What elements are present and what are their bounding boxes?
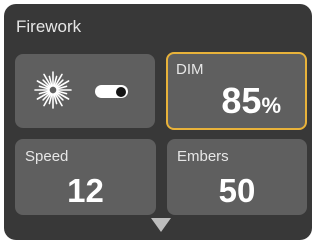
toggle-knob: [116, 86, 126, 97]
power-toggle-switch[interactable]: [95, 85, 128, 98]
firework-panel: Firework DIM 85% Speed 12 Embers 50: [4, 4, 312, 240]
firework-burst-icon: [34, 71, 72, 109]
speed-tile[interactable]: Speed 12: [15, 139, 156, 215]
embers-tile[interactable]: Embers 50: [167, 139, 307, 215]
embers-value: 50: [218, 172, 256, 209]
dim-value: 85: [221, 80, 262, 121]
dim-tile[interactable]: DIM 85%: [166, 52, 307, 130]
embers-label: Embers: [177, 148, 229, 165]
speed-value: 12: [67, 172, 104, 209]
speed-label: Speed: [25, 148, 69, 165]
triangle-down-icon[interactable]: [151, 218, 171, 232]
dim-unit: %: [261, 93, 281, 118]
dim-value-display: 85%: [221, 81, 281, 126]
firework-toggle-tile[interactable]: [15, 54, 155, 128]
panel-title: Firework: [16, 17, 82, 36]
dim-label: DIM: [176, 61, 204, 78]
